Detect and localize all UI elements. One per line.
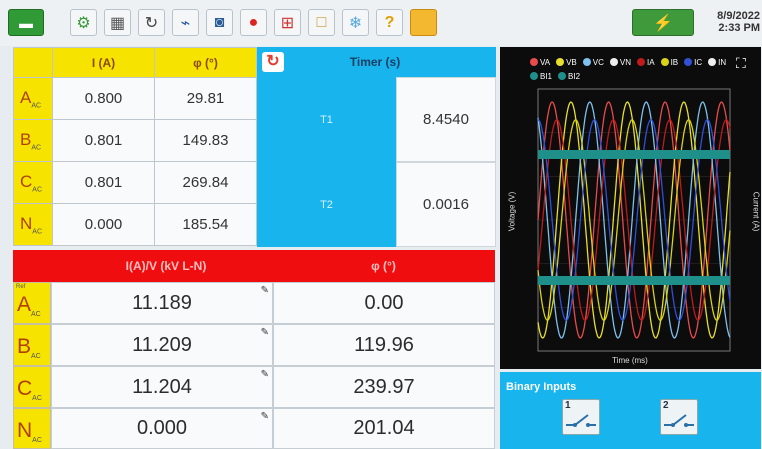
voltage-angle-b-value[interactable]: 119.96: [273, 324, 495, 366]
datetime: 8/9/2022 2:33 PM: [704, 10, 760, 34]
voltage-a-value[interactable]: 11.189 ✎: [51, 282, 273, 324]
current-c-value[interactable]: 0.801: [52, 161, 155, 204]
table-row: CAC 0.801 269.84: [13, 161, 257, 204]
edit-icon: ✎: [260, 411, 269, 422]
angle-c-value[interactable]: 269.84: [154, 161, 257, 204]
camera-button[interactable]: ◙: [206, 9, 233, 36]
binary-inputs-title: Binary Inputs: [506, 381, 577, 393]
phase-a-label: Ref AAC: [13, 282, 51, 324]
voltage-angle-c-value[interactable]: 239.97: [273, 366, 495, 408]
angle-a-value[interactable]: 29.81: [154, 77, 257, 120]
voltage-header-angle: φ (°): [371, 259, 396, 273]
timer-title: Timer (s): [349, 55, 401, 69]
table-row: BAC 0.801 149.83: [13, 119, 257, 162]
status-icon: ⚡: [653, 14, 673, 32]
phase-b-label: BAC: [13, 119, 53, 162]
window-button[interactable]: □: [308, 9, 335, 36]
angle-n-value[interactable]: 185.54: [154, 203, 257, 246]
bi1-band: [538, 150, 730, 159]
binary-inputs-panel: Binary Inputs 1 2: [500, 372, 761, 449]
settings-button[interactable]: ⚙: [70, 9, 97, 36]
home-button[interactable]: ▬: [8, 9, 44, 36]
angle-header: φ (°): [154, 47, 257, 78]
timer-reset-button[interactable]: ↻: [262, 52, 284, 72]
time-axis-label: Time (ms): [612, 356, 648, 365]
square-icon: □: [316, 13, 327, 31]
table-row: BAC 11.209 ✎ 119.96: [13, 324, 495, 366]
edit-icon: ✎: [260, 285, 269, 296]
phase-a-label: AAC: [13, 77, 53, 120]
edit-icon: ✎: [260, 369, 269, 380]
table-row: NAC 0.000 185.54: [13, 203, 257, 246]
voltage-b-value[interactable]: 11.209 ✎: [51, 324, 273, 366]
current-axis-label: Current (A): [751, 191, 761, 232]
grid-button[interactable]: ⊞: [274, 9, 301, 36]
help-icon: ?: [384, 13, 395, 31]
current-b-value[interactable]: 0.801: [52, 119, 155, 162]
phase-header: [13, 47, 53, 78]
current-n-value[interactable]: 0.000: [52, 203, 155, 246]
current-header: I (A): [52, 47, 155, 78]
binary-input-2[interactable]: 2: [660, 399, 698, 435]
table-row: CAC 11.204 ✎ 239.97: [13, 366, 495, 408]
timer-t2-value: 0.0016: [396, 162, 496, 247]
angle-b-value[interactable]: 149.83: [154, 119, 257, 162]
phase-n-label: NAC: [13, 203, 53, 246]
snowflake-button[interactable]: ❄: [342, 9, 369, 36]
voltage-n-value[interactable]: 0.000 ✎: [51, 408, 273, 449]
timer-t1-label: T1: [257, 77, 396, 162]
timer-t1-value: 8.4540: [396, 77, 496, 162]
current-table: I (A) φ (°) AAC 0.800 29.81 BAC 0.801 14…: [13, 47, 257, 246]
home-icon: ▬: [19, 14, 33, 31]
breaker-button[interactable]: ⌁: [172, 9, 199, 36]
folder-button[interactable]: [410, 9, 437, 36]
status-button[interactable]: ⚡: [632, 9, 694, 36]
edit-icon: ✎: [260, 327, 269, 338]
help-button[interactable]: ?: [376, 9, 403, 36]
camera-icon: ◙: [214, 13, 225, 31]
phase-c-label: CAC: [13, 366, 51, 408]
date-text: 8/9/2022: [717, 10, 760, 22]
phase-b-label: BAC: [13, 324, 51, 366]
voltage-angle-n-value[interactable]: 201.04: [273, 408, 495, 449]
grid-icon: ⊞: [280, 14, 295, 32]
bi2-band: [538, 276, 730, 285]
snowflake-icon: ❄: [348, 14, 363, 32]
binary-input-1[interactable]: 1: [562, 399, 600, 435]
gear-icon: ⚙: [76, 14, 91, 32]
time-text: 2:33 PM: [718, 22, 760, 34]
waveform-plot: [537, 88, 731, 352]
calculator-button[interactable]: ▦: [104, 9, 131, 36]
toolbar: ▬ ⚙ ▦ ↻ ⌁ ◙ ● ⊞ □ ❄ ? ⚡ 8/9/2022 2:33 PM: [0, 0, 762, 46]
table-row: NAC 0.000 ✎ 201.04: [13, 408, 495, 449]
voltage-axis-label: Voltage (V): [507, 191, 517, 232]
record-button[interactable]: ●: [240, 9, 267, 36]
voltage-angle-a-value[interactable]: 0.00: [273, 282, 495, 324]
table-row: Ref AAC 11.189 ✎ 0.00: [13, 282, 495, 324]
switch-icon: [566, 414, 596, 427]
timer-t2-label: T2: [257, 162, 396, 247]
waveform-scope[interactable]: VA VB VC VN IA IB IC INBI1 BI2 ⛶ Voltage (V) Cur…: [500, 47, 761, 369]
reset-icon: ↻: [266, 53, 280, 70]
calculator-icon: ▦: [109, 14, 126, 32]
record-icon: ●: [248, 13, 259, 31]
line-icon: ⌁: [180, 14, 191, 32]
switch-icon: [664, 414, 694, 427]
phase-n-label: NAC: [13, 408, 51, 449]
table-row: AAC 0.800 29.81: [13, 77, 257, 120]
rotate-button[interactable]: ↻: [138, 9, 165, 36]
reference-label: Ref: [16, 284, 26, 290]
phase-c-label: CAC: [13, 161, 53, 204]
rotate-icon: ↻: [144, 14, 159, 32]
current-a-value[interactable]: 0.800: [52, 77, 155, 120]
voltage-c-value[interactable]: 11.204 ✎: [51, 366, 273, 408]
voltage-header-magnitude: I(A)/V (kV L-N): [125, 259, 207, 273]
